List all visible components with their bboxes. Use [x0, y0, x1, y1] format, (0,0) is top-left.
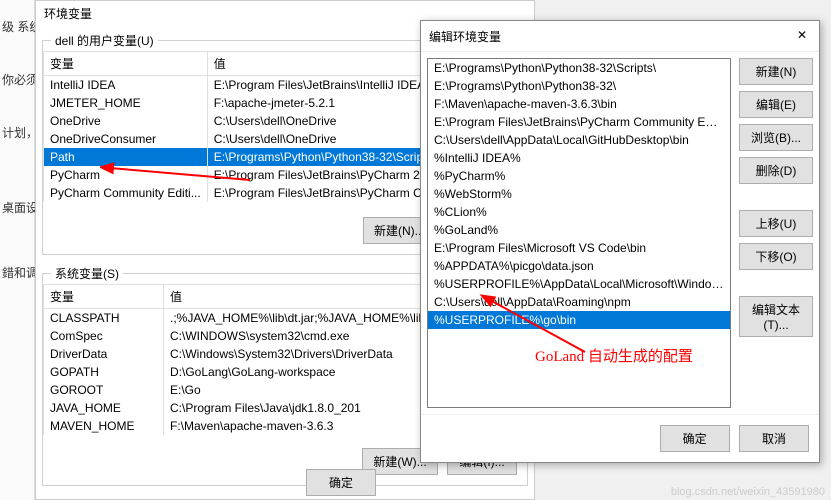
path-item[interactable]: %CLion%	[428, 203, 730, 221]
ok-button[interactable]: 确定	[306, 469, 376, 496]
dialog-title: 编辑环境变量	[429, 28, 501, 45]
delete-button[interactable]: 删除(D)	[739, 157, 813, 184]
path-item[interactable]: %USERPROFILE%\go\bin	[428, 311, 730, 329]
path-item[interactable]: %APPDATA%\picgo\data.json	[428, 257, 730, 275]
edit-text-button[interactable]: 编辑文本(T)...	[739, 296, 813, 337]
path-item[interactable]: C:\Users\dell\AppData\Roaming\npm	[428, 293, 730, 311]
watermark: blog.csdn.net/weixin_43591980	[671, 486, 825, 498]
path-item[interactable]: E:\Program Files\JetBrains\PyCharm Commu…	[428, 113, 730, 131]
snip: 级 系统	[0, 0, 34, 53]
snip: 錯和调试信	[0, 234, 34, 299]
user-vars-label: dell 的用户变量(U)	[51, 32, 158, 49]
annotation-text: GoLand 自动生成的配置	[535, 345, 693, 366]
path-item[interactable]: E:\Program Files\Microsoft VS Code\bin	[428, 239, 730, 257]
snip: 桌面设置	[0, 159, 34, 234]
snip: 计划，内背	[0, 106, 34, 159]
path-item[interactable]: %PyCharm%	[428, 167, 730, 185]
move-up-button[interactable]: 上移(U)	[739, 210, 813, 237]
bottom-buttons: 确定	[300, 469, 376, 496]
path-item[interactable]: E:\Programs\Python\Python38-32\Scripts\	[428, 59, 730, 77]
edit-path-dialog: 编辑环境变量 ✕ E:\Programs\Python\Python38-32\…	[420, 20, 820, 463]
path-item[interactable]: %WebStorm%	[428, 185, 730, 203]
path-item[interactable]: %GoLand%	[428, 221, 730, 239]
snip: 你必须作为	[0, 53, 34, 106]
close-icon[interactable]: ✕	[793, 27, 811, 45]
dialog-ok-button[interactable]: 确定	[660, 425, 730, 452]
path-item[interactable]: %IntelliJ IDEA%	[428, 149, 730, 167]
path-item[interactable]: C:\Users\dell\AppData\Local\GitHubDeskto…	[428, 131, 730, 149]
col-var[interactable]: 变量	[44, 285, 164, 309]
sys-vars-label: 系统变量(S)	[51, 265, 123, 282]
col-var[interactable]: 变量	[44, 52, 208, 76]
path-item[interactable]: %USERPROFILE%\AppData\Local\Microsoft\Wi…	[428, 275, 730, 293]
new-button[interactable]: 新建(N)	[739, 58, 813, 85]
path-item[interactable]: F:\Maven\apache-maven-3.6.3\bin	[428, 95, 730, 113]
browse-button[interactable]: 浏览(B)...	[739, 124, 813, 151]
dialog-cancel-button[interactable]: 取消	[739, 425, 809, 452]
path-item[interactable]: E:\Programs\Python\Python38-32\	[428, 77, 730, 95]
left-strip: 级 系统 你必须作为 计划，内背 桌面设置 錯和调试信	[0, 0, 35, 500]
move-down-button[interactable]: 下移(O)	[739, 243, 813, 270]
edit-button[interactable]: 编辑(E)	[739, 91, 813, 118]
